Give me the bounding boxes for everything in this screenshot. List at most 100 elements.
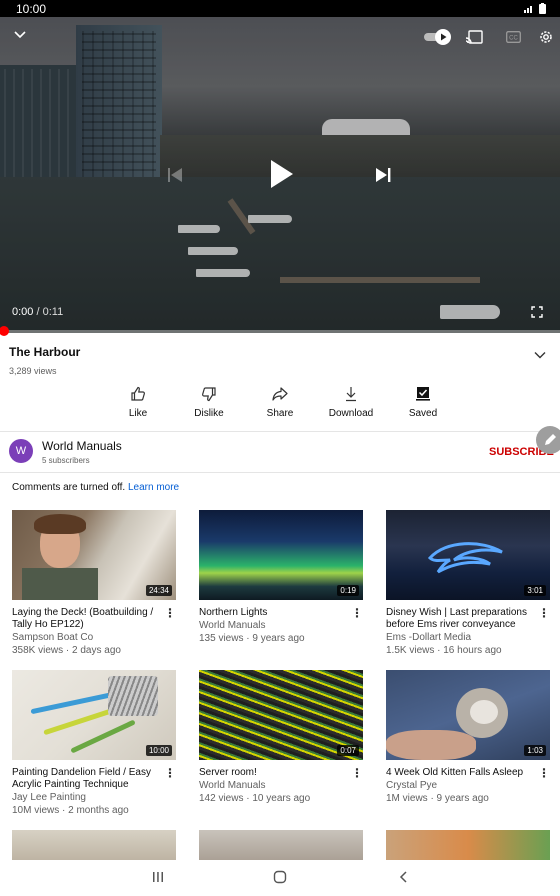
video-card-title[interactable]: Painting Dandelion Field / Easy Acrylic … (12, 767, 176, 791)
share-button[interactable]: Share (245, 386, 315, 419)
thumb-down-icon (202, 387, 216, 402)
saved-button[interactable]: Saved (388, 386, 458, 419)
video-thumbnail[interactable] (12, 830, 176, 860)
more-options-icon[interactable]: ⋮ (351, 606, 363, 620)
thumb-logo (427, 542, 503, 574)
comments-off-text: Comments are turned off. (12, 482, 126, 493)
battery-icon (539, 3, 546, 14)
edit-pencil-icon[interactable] (536, 426, 560, 454)
like-button[interactable]: Like (103, 386, 173, 419)
action-row: Like Dislike Share Download Saved (0, 386, 560, 426)
saved-icon (416, 387, 430, 401)
video-card-title[interactable]: Laying the Deck! (Boatbuilding / Tally H… (12, 607, 176, 631)
thumb-stroke (70, 719, 136, 754)
video-card-meta: 142 views · 10 years ago (199, 793, 311, 804)
duration: 0:11 (42, 306, 64, 318)
video-card[interactable]: 3:01 Disney Wish | Last preparations bef… (386, 510, 550, 657)
playback-time: 0:00 / 0:11 (12, 306, 63, 318)
video-thumbnail[interactable]: 10:00 (12, 670, 176, 760)
subscriber-count: 5 subscribers (42, 456, 90, 465)
thumb-up-icon (131, 386, 145, 401)
current-time: 0:00 (12, 306, 34, 318)
video-card-title[interactable]: Northern Lights (199, 607, 363, 619)
comments-notice: Comments are turned off. Learn more (12, 482, 179, 493)
expand-chevron-icon[interactable] (534, 346, 546, 364)
video-card-channel: World Manuals (199, 620, 266, 631)
status-time: 10:00 (16, 2, 47, 16)
more-options-icon[interactable]: ⋮ (351, 766, 363, 780)
view-count: 3,289 views (9, 366, 57, 376)
captions-icon[interactable]: CC (506, 31, 521, 43)
video-card-channel: World Manuals (199, 780, 266, 791)
more-options-icon[interactable]: ⋮ (538, 766, 550, 780)
back-icon[interactable] (397, 870, 411, 889)
video-card[interactable]: 0:19 Northern Lights World Manuals 135 v… (199, 510, 363, 645)
video-card-title[interactable]: 4 Week Old Kitten Falls Asleep (386, 767, 550, 779)
thumb-hair (34, 514, 86, 534)
video-card-meta: 1M views · 9 years ago (386, 793, 489, 804)
video-card-channel: Jay Lee Painting (12, 792, 86, 803)
video-card[interactable] (386, 830, 550, 860)
status-bar: 10:00 (0, 0, 560, 17)
video-thumbnail[interactable] (386, 830, 550, 860)
next-icon[interactable] (374, 167, 392, 183)
video-card[interactable]: 1:03 4 Week Old Kitten Falls Asleep Crys… (386, 670, 550, 805)
fullscreen-icon[interactable] (531, 306, 543, 318)
video-card-meta: 10M views · 2 months ago (12, 805, 129, 816)
share-label: Share (266, 408, 294, 419)
thumb-brush (108, 676, 158, 716)
duration-badge: 1:03 (524, 745, 546, 756)
video-card-title[interactable]: Server room! (199, 767, 363, 779)
more-options-icon[interactable]: ⋮ (538, 606, 550, 620)
dislike-label: Dislike (194, 408, 224, 419)
share-icon (272, 387, 288, 401)
duration-badge: 0:07 (337, 745, 359, 756)
video-card[interactable]: 10:00 Painting Dandelion Field / Easy Ac… (12, 670, 176, 817)
duration-badge: 24:34 (145, 585, 172, 596)
dislike-button[interactable]: Dislike (174, 386, 244, 419)
play-icon[interactable] (268, 159, 294, 189)
minimize-chevron-icon[interactable] (14, 31, 26, 39)
progress-bar[interactable] (0, 326, 560, 336)
video-card[interactable] (199, 830, 363, 860)
duration-badge: 10:00 (145, 745, 172, 756)
video-card-title[interactable]: Disney Wish | Last preparations before E… (386, 607, 550, 631)
video-player[interactable]: CC (0, 17, 560, 333)
video-thumbnail[interactable] (199, 830, 363, 860)
learn-more-link[interactable]: Learn more (128, 482, 179, 493)
video-card[interactable]: 24:34 Laying the Deck! (Boatbuilding / T… (12, 510, 176, 657)
video-title[interactable]: The Harbour (9, 345, 80, 359)
thumb-hand (386, 730, 476, 760)
settings-gear-icon[interactable] (538, 29, 554, 45)
autoplay-toggle[interactable] (424, 29, 452, 45)
duration-badge: 0:19 (337, 585, 359, 596)
video-thumbnail[interactable]: 1:03 (386, 670, 550, 760)
scrubber-handle[interactable] (0, 326, 9, 336)
previous-icon (166, 167, 184, 183)
home-icon[interactable] (273, 870, 287, 889)
download-label: Download (328, 408, 374, 419)
svg-text:CC: CC (509, 36, 518, 42)
more-options-icon[interactable]: ⋮ (164, 606, 176, 620)
download-button[interactable]: Download (316, 386, 386, 419)
signal-icon (524, 6, 532, 13)
channel-name[interactable]: World Manuals (42, 439, 122, 453)
video-card[interactable] (12, 830, 176, 860)
video-card-channel: Crystal Pye (386, 780, 438, 791)
recent-apps-icon[interactable] (151, 870, 165, 889)
like-label: Like (128, 408, 148, 419)
video-thumbnail[interactable]: 3:01 (386, 510, 550, 600)
cast-icon[interactable] (465, 30, 483, 44)
video-thumbnail[interactable]: 24:34 (12, 510, 176, 600)
video-thumbnail[interactable]: 0:19 (199, 510, 363, 600)
thumb-shirt (22, 568, 98, 600)
video-thumbnail[interactable]: 0:07 (199, 670, 363, 760)
video-card-meta: 135 views · 9 years ago (199, 633, 305, 644)
divider (0, 472, 560, 473)
system-nav-bar (0, 860, 560, 896)
more-options-icon[interactable]: ⋮ (164, 766, 176, 780)
video-card-channel: Ems -Dollart Media (386, 632, 472, 643)
video-card[interactable]: 0:07 Server room! World Manuals 142 view… (199, 670, 363, 805)
video-card-meta: 1.5K views · 16 hours ago (386, 645, 502, 656)
channel-avatar[interactable]: W (9, 439, 33, 463)
